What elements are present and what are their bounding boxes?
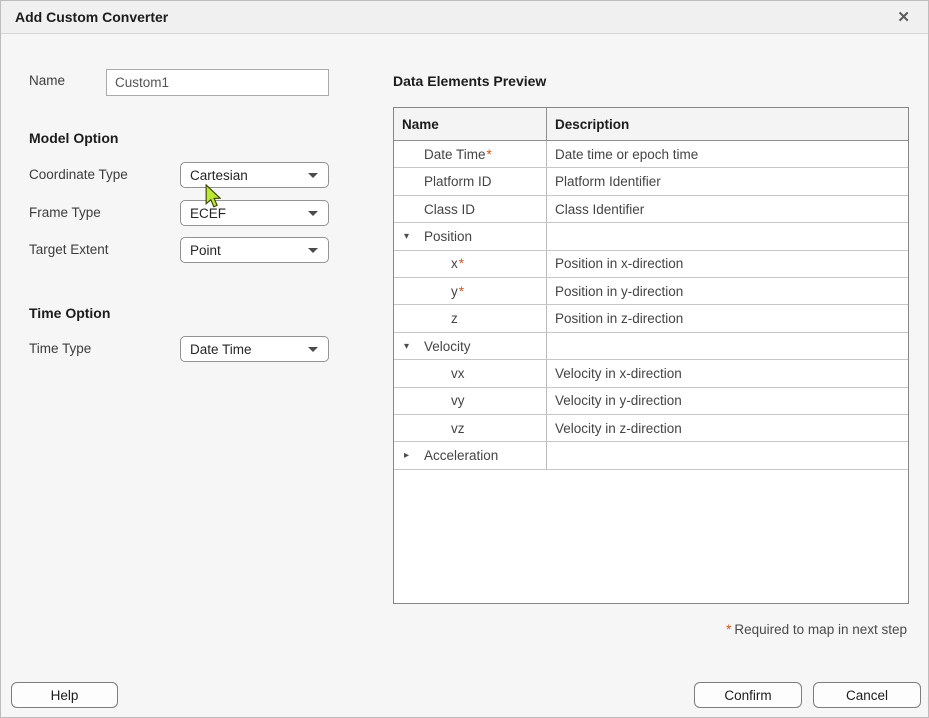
row-description: Velocity in y-direction: [547, 388, 908, 414]
frame-type-select[interactable]: ECEF: [180, 200, 329, 226]
row-description: Velocity in x-direction: [547, 360, 908, 386]
model-option-heading: Model Option: [29, 130, 118, 146]
dropdown-value: Date Time: [190, 342, 304, 357]
row-description: [547, 333, 908, 359]
row-name: z: [451, 311, 458, 326]
collapse-icon[interactable]: ▾: [404, 341, 424, 352]
table-header-row: Name Description: [394, 108, 908, 141]
data-elements-table: Name Description Date Time* Date time or…: [393, 107, 909, 604]
time-option-heading: Time Option: [29, 305, 110, 321]
expand-icon[interactable]: ▸: [404, 450, 424, 461]
row-name: Platform ID: [424, 174, 492, 189]
close-icon[interactable]: ✕: [893, 8, 914, 27]
add-custom-converter-dialog: Add Custom Converter ✕ Name Model Option…: [0, 0, 929, 718]
required-marker: *: [726, 622, 731, 637]
table-row[interactable]: Class ID Class Identifier: [394, 196, 908, 223]
row-description: [547, 223, 908, 249]
table-row[interactable]: vz Velocity in z-direction: [394, 415, 908, 442]
row-name: x: [451, 256, 458, 271]
row-name: Acceleration: [424, 448, 498, 463]
row-description: Date time or epoch time: [547, 141, 908, 167]
chevron-down-icon: [308, 347, 318, 352]
dropdown-value: ECEF: [190, 206, 304, 221]
table-row[interactable]: Date Time* Date time or epoch time: [394, 141, 908, 168]
row-description: [547, 442, 908, 468]
required-footnote: *Required to map in next step: [725, 622, 907, 637]
table-row[interactable]: vy Velocity in y-direction: [394, 388, 908, 415]
name-label: Name: [29, 73, 65, 88]
confirm-button[interactable]: Confirm: [694, 682, 802, 708]
row-description: Position in y-direction: [547, 278, 908, 304]
chevron-down-icon: [308, 248, 318, 253]
row-name: vx: [451, 366, 465, 381]
table-empty-area: [394, 470, 908, 603]
row-description: Class Identifier: [547, 196, 908, 222]
coordinate-type-select[interactable]: Cartesian: [180, 162, 329, 188]
table-row[interactable]: z Position in z-direction: [394, 305, 908, 332]
time-type-select[interactable]: Date Time: [180, 336, 329, 362]
row-name: vz: [451, 421, 465, 436]
target-extent-label: Target Extent: [29, 242, 109, 257]
chevron-down-icon: [308, 173, 318, 178]
coordinate-type-label: Coordinate Type: [29, 167, 128, 182]
column-header-description: Description: [547, 108, 908, 140]
chevron-down-icon: [308, 211, 318, 216]
row-name: Position: [424, 229, 472, 244]
dropdown-value: Cartesian: [190, 168, 304, 183]
row-description: Position in z-direction: [547, 305, 908, 331]
required-marker: *: [459, 256, 464, 271]
row-name: Velocity: [424, 339, 471, 354]
time-type-label: Time Type: [29, 341, 91, 356]
dialog-title: Add Custom Converter: [15, 9, 168, 25]
title-bar: Add Custom Converter ✕: [1, 1, 928, 34]
cancel-button[interactable]: Cancel: [813, 682, 921, 708]
collapse-icon[interactable]: ▾: [404, 231, 424, 242]
help-button[interactable]: Help: [11, 682, 118, 708]
row-name: vy: [451, 393, 465, 408]
frame-type-label: Frame Type: [29, 205, 101, 220]
required-marker: *: [459, 284, 464, 299]
table-row-group[interactable]: ▸Acceleration: [394, 442, 908, 469]
row-description: Position in x-direction: [547, 251, 908, 277]
row-description: Platform Identifier: [547, 168, 908, 194]
row-name: Class ID: [424, 202, 475, 217]
dropdown-value: Point: [190, 243, 304, 258]
row-name: Date Time: [424, 147, 486, 162]
row-name: y: [451, 284, 458, 299]
column-header-name: Name: [394, 108, 547, 140]
table-row[interactable]: x* Position in x-direction: [394, 251, 908, 278]
table-row-group[interactable]: ▾Velocity: [394, 333, 908, 360]
row-description: Velocity in z-direction: [547, 415, 908, 441]
preview-heading: Data Elements Preview: [393, 73, 546, 89]
table-row[interactable]: vx Velocity in x-direction: [394, 360, 908, 387]
table-row[interactable]: y* Position in y-direction: [394, 278, 908, 305]
required-footnote-text: Required to map in next step: [734, 622, 907, 637]
name-input[interactable]: [106, 69, 329, 96]
table-row[interactable]: Platform ID Platform Identifier: [394, 168, 908, 195]
table-row-group[interactable]: ▾Position: [394, 223, 908, 250]
required-marker: *: [487, 147, 492, 162]
target-extent-select[interactable]: Point: [180, 237, 329, 263]
